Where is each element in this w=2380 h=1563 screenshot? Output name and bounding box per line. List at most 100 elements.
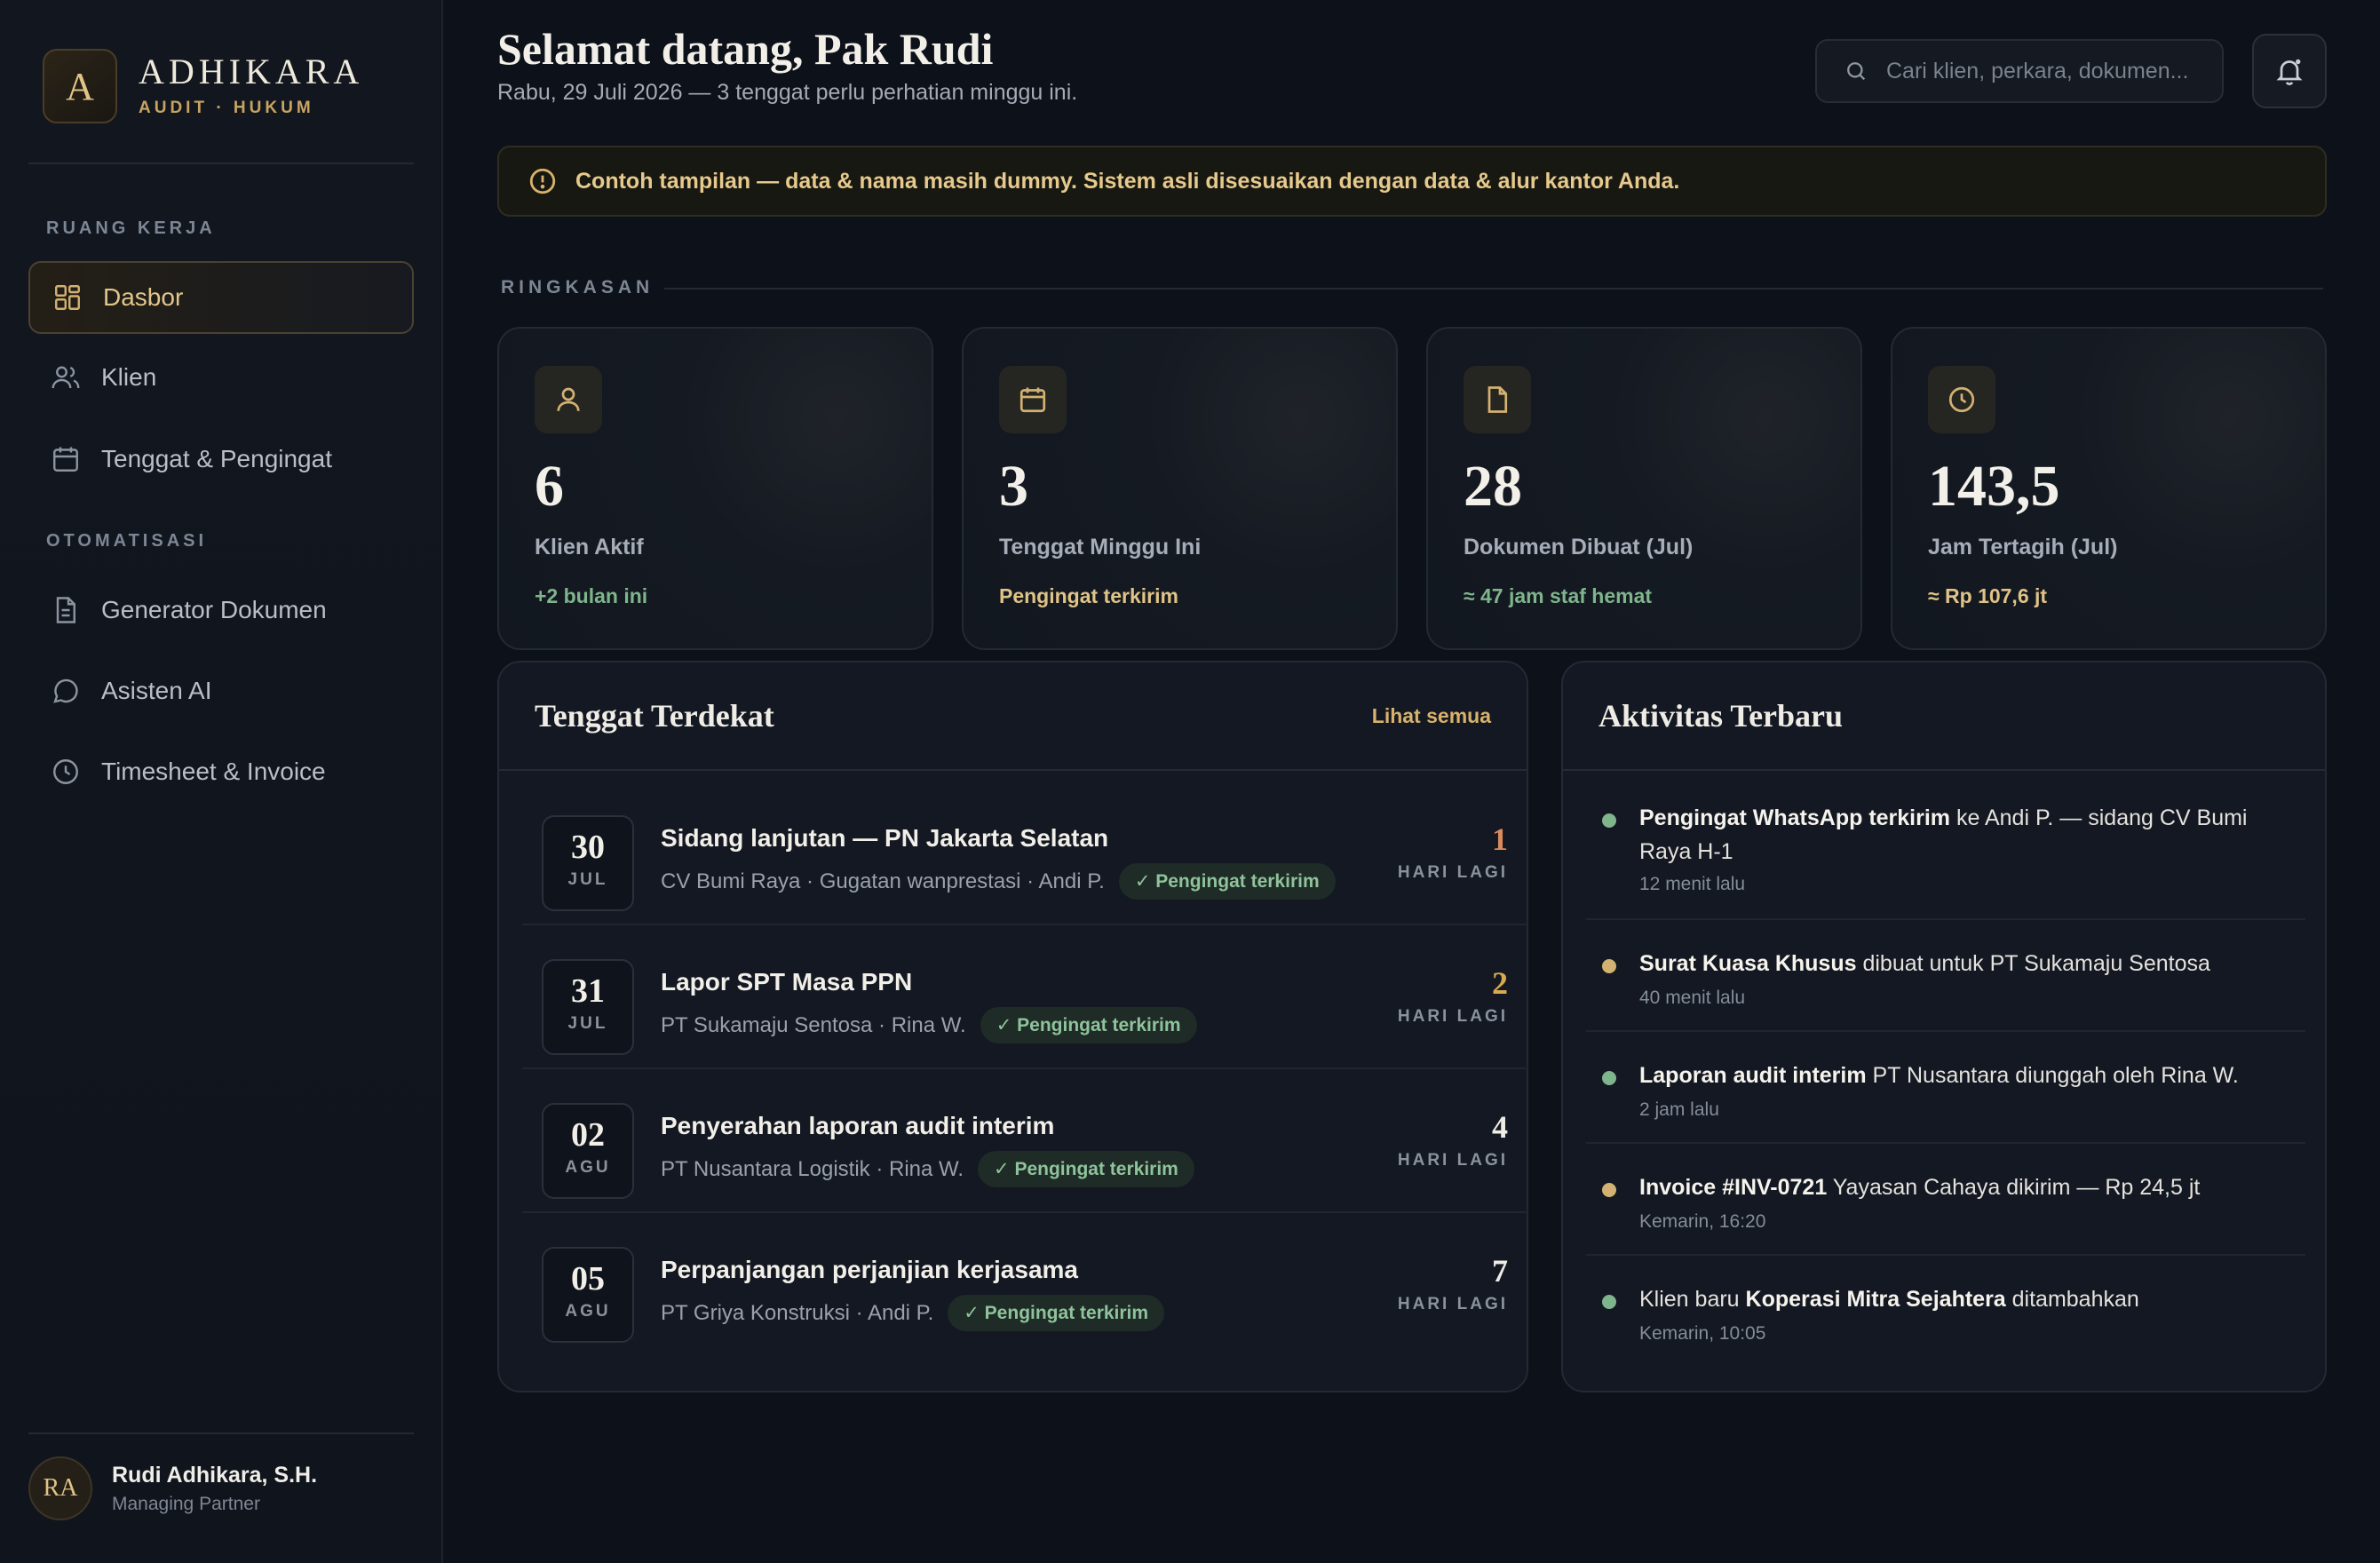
sidebar-item-asisten-ai[interactable]: Asisten AI	[28, 655, 414, 727]
activity-prefix: Klien baru	[1639, 1287, 1746, 1312]
activity-subject: Surat Kuasa Khusus	[1639, 951, 1857, 976]
stat-note: ≈ 47 jam staf hemat	[1464, 584, 1653, 607]
user-profile[interactable]: RA Rudi Adhikara, S.H. Managing Partner	[28, 1456, 317, 1520]
brand-name: ADHIKARA	[139, 52, 364, 91]
sidebar: A ADHIKARA AUDIT · HUKUM RUANG KERJA Das…	[0, 0, 443, 1563]
status-dot	[1602, 1183, 1616, 1197]
deadline-row[interactable]: 30 JUL Sidang lanjutan — PN Jakarta Sela…	[522, 782, 1527, 925]
sidebar-item-label: Timesheet & Invoice	[101, 758, 326, 785]
page-title: Selamat datang, Pak Rudi	[497, 24, 994, 74]
days-left-unit: HARI LAGI	[1397, 863, 1508, 882]
calendar-icon	[53, 447, 78, 472]
activity-subject: Koperasi Mitra Sejahtera	[1745, 1287, 2006, 1312]
date-month: AGU	[565, 1158, 611, 1177]
stat-note: ≈ Rp 107,6 jt	[1928, 584, 2048, 607]
activity-text: Laporan audit interim PT Nusantara diung…	[1639, 1059, 2279, 1092]
deadline-meta-text: PT Sukamaju Sentosa · Rina W.	[661, 1012, 966, 1037]
days-left: 2 HARI LAGI	[1398, 964, 1508, 1027]
status-dot	[1602, 1295, 1616, 1309]
activity-item[interactable]: Surat Kuasa Khusus dibuat untuk PT Sukam…	[1586, 943, 2305, 1032]
panel-title: Aktivitas Terbaru	[1599, 698, 1844, 734]
deadline-title: Perpanjangan perjanjian kerjasama	[661, 1256, 1078, 1283]
activity-detail: ditambahkan	[2005, 1287, 2139, 1312]
activity-time: 12 menit lalu	[1639, 874, 1746, 894]
user-icon	[557, 387, 580, 411]
sidebar-item-klien[interactable]: Klien	[28, 341, 414, 414]
sidebar-item-generator-dokumen[interactable]: Generator Dokumen	[28, 574, 414, 647]
sidebar-item-label: Klien	[101, 363, 157, 391]
sidebar-item-tenggat[interactable]: Tenggat & Pengingat	[28, 423, 414, 496]
activity-item[interactable]: Pengingat WhatsApp terkirim ke Andi P. —…	[1586, 797, 2305, 920]
deadline-meta: PT Sukamaju Sentosa · Rina W. ✓ Penginga…	[661, 1007, 1197, 1043]
days-left: 7 HARI LAGI	[1398, 1252, 1508, 1314]
deadline-title: Sidang lanjutan — PN Jakarta Selatan	[661, 824, 1109, 852]
sidebar-item-dasbor[interactable]: Dasbor	[28, 261, 414, 334]
days-left-number: 4	[1492, 1109, 1508, 1145]
section-title-summary: RINGKASAN	[501, 277, 654, 298]
brand-tagline: AUDIT · HUKUM	[139, 99, 314, 117]
sidebar-divider	[28, 1432, 414, 1434]
activity-text: Pengingat WhatsApp terkirim ke Andi P. —…	[1639, 801, 2279, 869]
stat-label: Jam Tertagih (Jul)	[1928, 535, 2118, 559]
activity-time: 40 menit lalu	[1639, 988, 1746, 1008]
dashboard-icon	[55, 285, 80, 310]
clock-icon	[53, 759, 78, 784]
activity-time: 2 jam lalu	[1639, 1099, 1719, 1120]
days-left: 1 HARI LAGI	[1398, 821, 1508, 883]
activity-detail: dibuat untuk PT Sukamaju Sentosa	[1856, 951, 2210, 976]
stat-note: Pengingat terkirim	[999, 584, 1178, 607]
activity-item[interactable]: Laporan audit interim PT Nusantara diung…	[1586, 1055, 2305, 1144]
stat-card-documents[interactable]: 28 Dokumen Dibuat (Jul) ≈ 47 jam staf he…	[1426, 327, 1862, 650]
deadline-row[interactable]: 02 AGU Penyerahan laporan audit interim …	[522, 1069, 1527, 1213]
page-subtitle: Rabu, 29 Juli 2026 — 3 tenggat perlu per…	[497, 80, 1078, 105]
activity-item[interactable]: Klien baru Koperasi Mitra Sejahtera dita…	[1586, 1279, 2305, 1368]
deadline-meta: PT Nusantara Logistik · Rina W. ✓ Pengin…	[661, 1151, 1194, 1187]
deadline-meta-text: CV Bumi Raya · Gugatan wanprestasi · And…	[661, 869, 1105, 893]
see-all-link[interactable]: Lihat semua	[1372, 704, 1491, 728]
stat-card-deadlines[interactable]: 3 Tenggat Minggu Ini Pengingat terkirim	[962, 327, 1398, 650]
days-left-unit: HARI LAGI	[1397, 1007, 1508, 1026]
deadline-meta: CV Bumi Raya · Gugatan wanprestasi · And…	[661, 863, 1336, 900]
date-day: 02	[571, 1116, 605, 1154]
stat-card-active-clients[interactable]: 6 Klien Aktif +2 bulan ini	[497, 327, 933, 650]
stat-value: 143,5	[1928, 454, 2060, 519]
days-left: 4 HARI LAGI	[1398, 1108, 1508, 1170]
sidebar-item-label: Asisten AI	[101, 677, 212, 704]
date-badge: 05 AGU	[542, 1247, 634, 1343]
activity-detail: PT Nusantara diunggah oleh Rina W.	[1866, 1063, 2239, 1088]
date-badge: 02 AGU	[542, 1103, 634, 1199]
sidebar-item-timesheet[interactable]: Timesheet & Invoice	[28, 735, 414, 808]
deadlines-panel: Tenggat Terdekat Lihat semua 30 JUL Sida…	[497, 661, 1528, 1392]
brand[interactable]: A ADHIKARA AUDIT · HUKUM	[43, 49, 363, 123]
status-dot	[1602, 959, 1616, 973]
user-role: Managing Partner	[112, 1493, 260, 1514]
document-icon	[56, 597, 75, 623]
info-icon	[529, 168, 556, 194]
activity-text: Surat Kuasa Khusus dibuat untuk PT Sukam…	[1639, 947, 2279, 980]
search-input[interactable]: Cari klien, perkara, dokumen...	[1815, 39, 2224, 103]
days-left-number: 2	[1492, 965, 1508, 1001]
sidebar-divider	[28, 163, 414, 164]
status-badge: ✓ Pengingat terkirim	[948, 1295, 1165, 1331]
date-month: AGU	[565, 1302, 611, 1321]
date-day: 05	[571, 1260, 605, 1297]
activity-item[interactable]: Invoice #INV-0721 Yayasan Cahaya dikirim…	[1586, 1167, 2305, 1256]
status-badge: ✓ Pengingat terkirim	[980, 1007, 1197, 1043]
date-month: JUL	[567, 1014, 608, 1033]
date-badge: 30 JUL	[542, 815, 634, 911]
clock-icon	[1948, 386, 1975, 413]
deadline-row[interactable]: 05 AGU Perpanjangan perjanjian kerjasama…	[522, 1213, 1527, 1357]
notification-button[interactable]	[2252, 34, 2327, 108]
search-placeholder: Cari klien, perkara, dokumen...	[1886, 58, 2189, 83]
activity-subject: Laporan audit interim	[1639, 1063, 1867, 1088]
deadline-row[interactable]: 31 JUL Lapor SPT Masa PPN PT Sukamaju Se…	[522, 925, 1527, 1069]
sidebar-item-label: Generator Dokumen	[101, 596, 327, 623]
activity-subject: Invoice #INV-0721	[1639, 1175, 1828, 1200]
brand-logo: A	[43, 49, 117, 123]
activity-text: Invoice #INV-0721 Yayasan Cahaya dikirim…	[1639, 1170, 2279, 1204]
date-month: JUL	[567, 870, 608, 889]
sidebar-item-label: Dasbor	[103, 283, 184, 311]
days-left-unit: HARI LAGI	[1397, 1295, 1508, 1313]
stat-card-billed-hours[interactable]: 143,5 Jam Tertagih (Jul) ≈ Rp 107,6 jt	[1891, 327, 2327, 650]
stat-label: Tenggat Minggu Ini	[999, 535, 1202, 559]
